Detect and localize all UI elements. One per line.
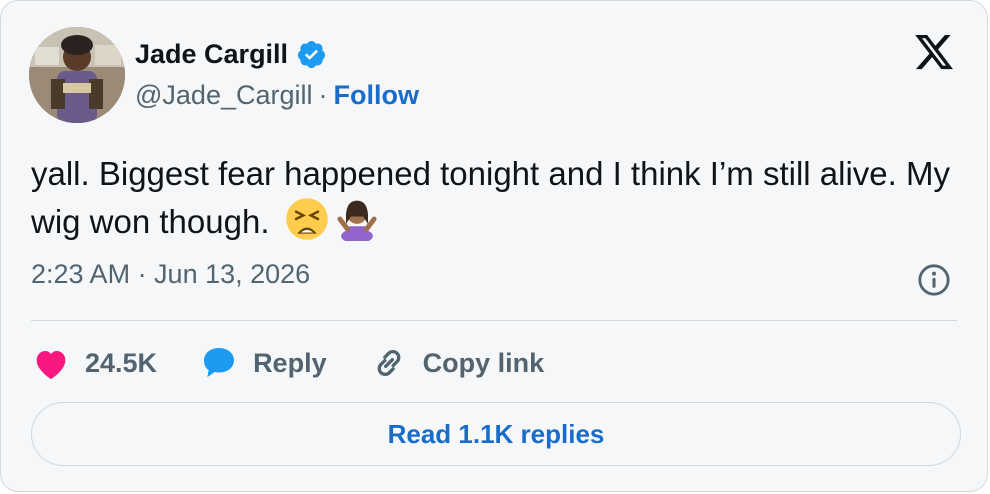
copy-link-label: Copy link xyxy=(422,347,545,378)
divider xyxy=(31,320,957,321)
info-icon[interactable] xyxy=(917,263,951,297)
verified-badge-icon xyxy=(297,40,326,68)
tweet-text: yall. Biggest fear happened tonight and … xyxy=(31,151,971,245)
author-name-row: Jade Cargill xyxy=(135,35,327,73)
like-button[interactable]: 24.5K xyxy=(31,343,157,383)
copy-link-button[interactable]: Copy link xyxy=(369,343,545,383)
x-logo-icon[interactable] xyxy=(913,31,955,73)
tweet-body: yall. Biggest fear happened tonight and … xyxy=(31,155,950,240)
link-icon xyxy=(377,350,400,376)
person-shrugging-emoji-icon xyxy=(337,200,377,241)
separator-dot: · xyxy=(318,80,328,110)
author-name[interactable]: Jade Cargill xyxy=(135,39,288,70)
author-handle-row: @Jade_Cargill · Follow xyxy=(135,80,419,111)
reply-button[interactable]: Reply xyxy=(199,343,327,383)
weary-face-emoji-icon xyxy=(285,198,328,240)
action-bar: 24.5K Reply Copy link xyxy=(31,341,586,385)
follow-link[interactable]: Follow xyxy=(334,80,419,111)
tweet-timestamp[interactable]: 2:23 AM · Jun 13, 2026 xyxy=(31,259,310,290)
tweet-embed-card: Jade Cargill @Jade_Cargill · Follow yall… xyxy=(0,0,988,492)
reply-icon xyxy=(204,348,235,378)
author-handle[interactable]: @Jade_Cargill xyxy=(135,80,313,111)
heart-icon xyxy=(36,351,66,379)
reply-label: Reply xyxy=(253,347,327,378)
read-replies-button[interactable]: Read 1.1K replies xyxy=(31,402,961,466)
likes-count: 24.5K xyxy=(85,347,158,378)
avatar[interactable] xyxy=(29,27,125,123)
